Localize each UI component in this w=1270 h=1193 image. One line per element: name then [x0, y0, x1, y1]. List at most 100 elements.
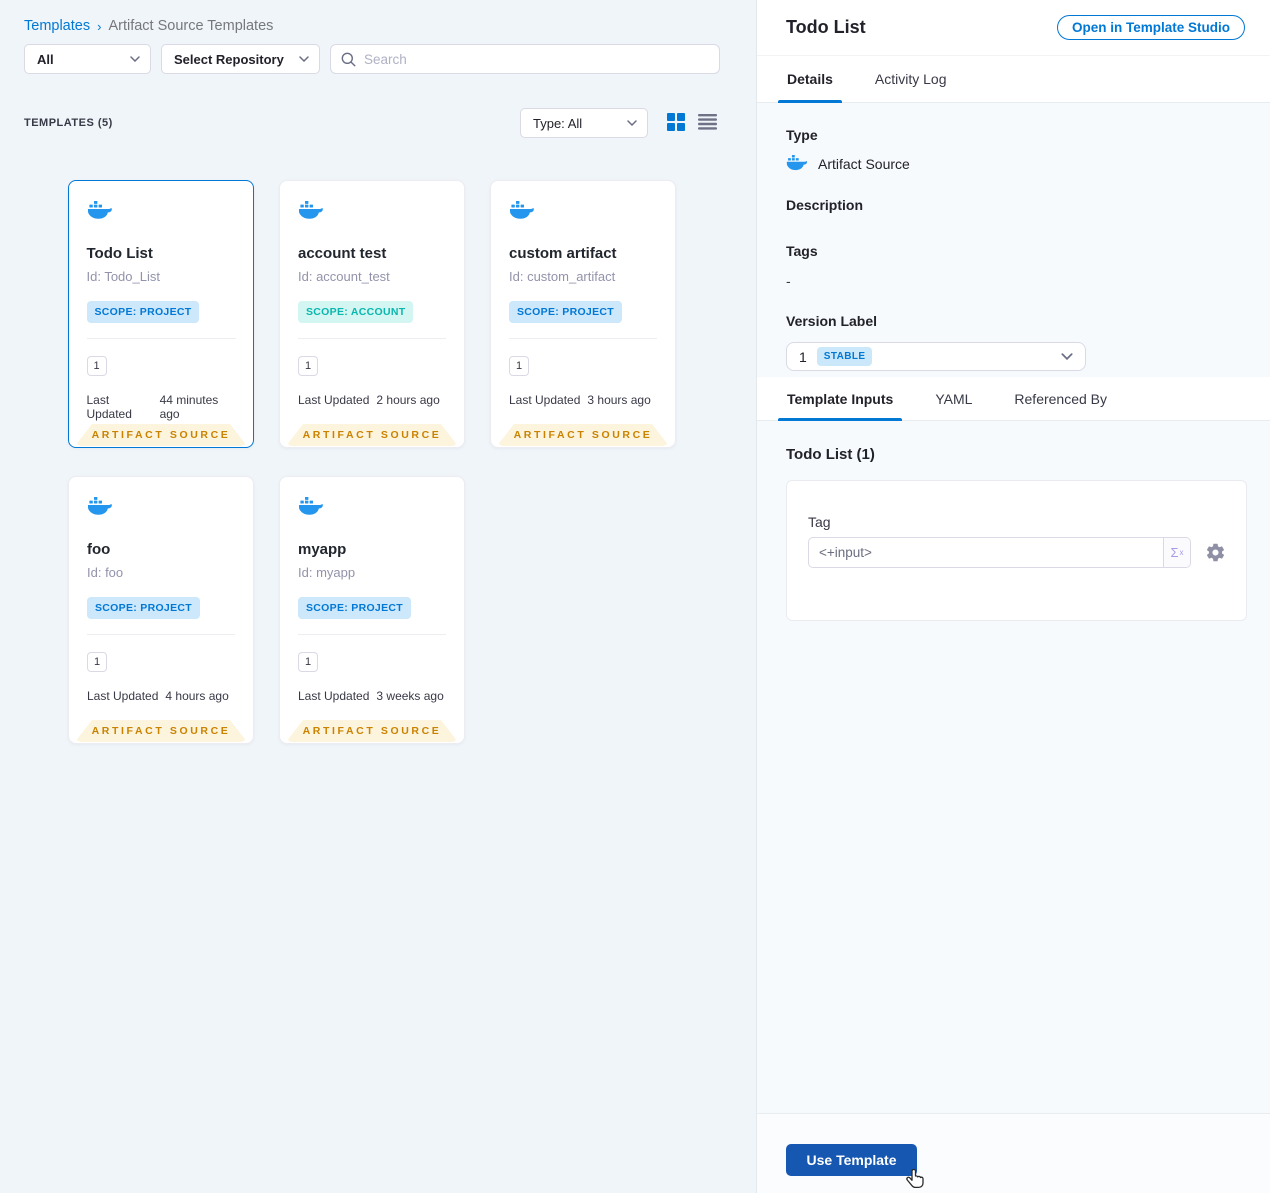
card-id: Id: account_test [298, 269, 390, 284]
scope-badge: SCOPE: PROJECT [87, 597, 200, 619]
templates-list-panel: Templates › Artifact Source Templates Al… [0, 0, 756, 1193]
sigma-icon: Σ [1170, 545, 1179, 560]
search-input[interactable] [364, 51, 709, 67]
version-count-chip: 1 [509, 356, 529, 376]
artifact-source-ribbon: ARTIFACT SOURCE [286, 720, 458, 742]
card-divider [86, 337, 236, 339]
details-tab-bar: Details Activity Log [757, 55, 1270, 103]
docker-icon [509, 201, 534, 219]
last-updated-value: 2 hours ago [376, 393, 440, 407]
list-view-button[interactable] [698, 114, 718, 134]
card-title: custom artifact [509, 245, 617, 262]
tag-input[interactable] [809, 538, 1163, 567]
type-filter-value: Type: All [533, 115, 583, 131]
last-updated-row: Last Updated 3 hours ago [509, 393, 657, 407]
gear-icon [1206, 543, 1225, 562]
docker-icon [298, 497, 323, 515]
template-inputs-section: Todo List (1) Tag Σx [757, 421, 1270, 1113]
use-template-button[interactable]: Use Template [786, 1144, 917, 1176]
card-divider [509, 338, 657, 339]
tab-yaml[interactable]: YAML [926, 377, 981, 420]
template-card-todo-list[interactable]: Todo List Id: Todo_List SCOPE: PROJECT 1… [68, 180, 254, 448]
last-updated-label: Last Updated [298, 393, 370, 407]
template-card-myapp[interactable]: myapp Id: myapp SCOPE: PROJECT 1 Last Up… [279, 476, 465, 744]
chevron-down-icon [627, 120, 637, 126]
version-count-chip: 1 [298, 652, 318, 672]
version-count-chip: 1 [87, 652, 107, 672]
tab-details[interactable]: Details [778, 56, 842, 103]
last-updated-row: Last Updated 3 weeks ago [298, 689, 446, 703]
card-title: account test [298, 245, 387, 262]
template-card-foo[interactable]: foo Id: foo SCOPE: PROJECT 1 Last Update… [68, 476, 254, 744]
card-title: myapp [298, 541, 347, 558]
repository-filter-dropdown[interactable]: Select Repository [161, 44, 320, 74]
scope-filter-dropdown[interactable]: All [24, 44, 151, 74]
stable-badge: STABLE [816, 347, 873, 366]
card-divider [87, 634, 235, 635]
breadcrumb: Templates › Artifact Source Templates [24, 18, 273, 34]
last-updated-row: Last Updated 44 minutes ago [87, 393, 236, 421]
repository-filter-value: Select Repository [174, 51, 284, 67]
docker-icon [87, 200, 112, 219]
version-label: Version Label [786, 313, 878, 329]
template-card-custom-artifact[interactable]: custom artifact Id: custom_artifact SCOP… [490, 180, 676, 448]
inputs-heading: Todo List (1) [786, 446, 875, 463]
tag-input-wrapper: Σx [808, 537, 1191, 568]
scope-badge: SCOPE: ACCOUNT [298, 301, 414, 323]
docker-icon [298, 201, 323, 219]
last-updated-label: Last Updated [86, 392, 132, 421]
template-cards-grid: Todo List Id: Todo_List SCOPE: PROJECT 1… [68, 180, 676, 744]
card-title: Todo List [86, 244, 153, 262]
card-id: Id: Todo_List [86, 268, 160, 284]
inputs-card: Tag Σx [786, 480, 1247, 621]
tags-label: Tags [786, 243, 818, 259]
version-count-chip: 1 [298, 356, 318, 376]
card-divider [298, 634, 446, 635]
last-updated-label: Last Updated [87, 689, 159, 703]
type-label: Type [786, 127, 818, 143]
scope-badge: SCOPE: PROJECT [509, 301, 622, 323]
card-id: Id: myapp [298, 565, 356, 580]
tab-referenced-by[interactable]: Referenced By [1005, 377, 1116, 420]
type-value: Artifact Source [818, 155, 910, 172]
chevron-down-icon [130, 56, 140, 62]
panel-title: Todo List [786, 17, 866, 37]
version-select-dropdown[interactable]: 1 STABLE [786, 342, 1086, 371]
scope-badge: SCOPE: PROJECT [86, 300, 200, 323]
panel-footer: Use Template [757, 1113, 1270, 1193]
search-icon [341, 52, 356, 67]
card-id: Id: foo [87, 565, 124, 580]
last-updated-value: 3 hours ago [587, 393, 651, 407]
inputs-tab-bar: Template Inputs YAML Referenced By [757, 377, 1270, 421]
grid-view-icon [667, 113, 685, 131]
tag-field-label: Tag [808, 514, 831, 530]
tab-template-inputs[interactable]: Template Inputs [778, 377, 903, 421]
sigma-sub: x [1179, 548, 1184, 557]
scope-filter-value: All [37, 51, 54, 67]
type-filter-dropdown[interactable]: Type: All [520, 108, 648, 138]
template-card-account-test[interactable]: account test Id: account_test SCOPE: ACC… [279, 180, 465, 448]
docker-icon [786, 155, 808, 171]
open-in-template-studio-button[interactable]: Open in Template Studio [1056, 15, 1245, 40]
artifact-source-ribbon: ARTIFACT SOURCE [75, 424, 247, 446]
docker-icon [87, 497, 112, 515]
last-updated-row: Last Updated 2 hours ago [298, 393, 446, 407]
scope-badge: SCOPE: PROJECT [298, 597, 411, 619]
card-divider [298, 338, 446, 339]
template-details-panel: Todo List Open in Template Studio Detail… [756, 0, 1270, 1193]
breadcrumb-current: Artifact Source Templates [108, 18, 274, 34]
last-updated-value: 4 hours ago [165, 689, 229, 703]
tags-value: - [786, 273, 791, 289]
breadcrumb-templates-link[interactable]: Templates [24, 18, 90, 34]
artifact-source-ribbon: ARTIFACT SOURCE [75, 720, 247, 742]
details-section: Type Artifact Source Description Tags - … [757, 103, 1270, 377]
last-updated-value: 3 weeks ago [376, 689, 444, 703]
tab-activity-log[interactable]: Activity Log [866, 56, 956, 102]
card-id: Id: custom_artifact [509, 269, 616, 284]
runtime-input-selector-button[interactable]: Σx [1163, 538, 1190, 567]
grid-view-button[interactable] [667, 113, 687, 133]
version-value: 1 [799, 348, 807, 365]
panel-header: Todo List Open in Template Studio [757, 0, 1270, 55]
tag-settings-button[interactable] [1205, 542, 1226, 563]
list-view-icon [698, 114, 717, 130]
